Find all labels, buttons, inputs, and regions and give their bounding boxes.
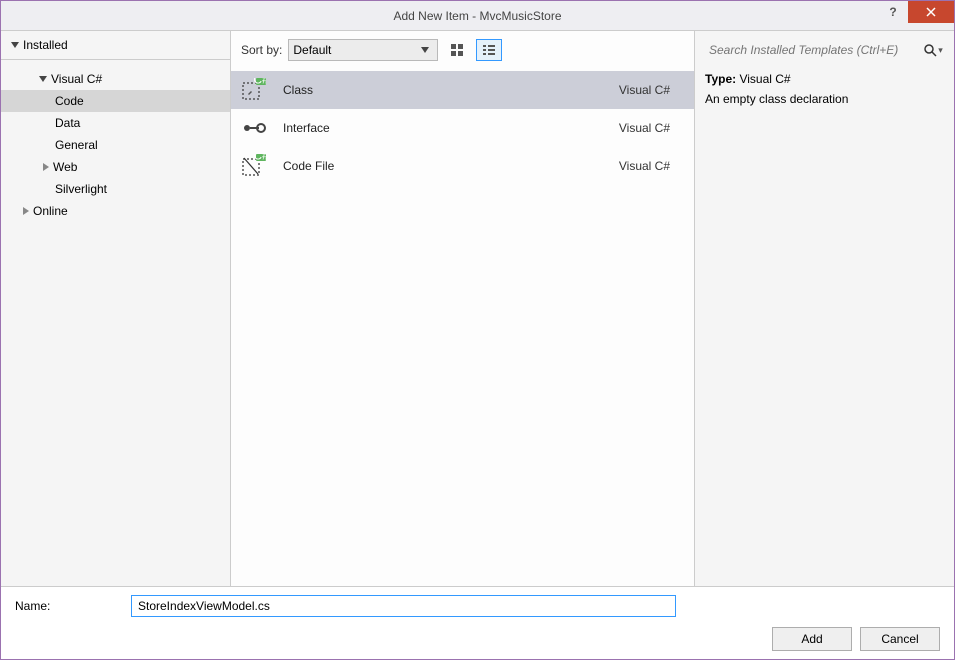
grid-icon bbox=[450, 43, 464, 57]
sidebar-header-installed[interactable]: Installed bbox=[1, 31, 230, 60]
sortby-label: Sort by: bbox=[241, 43, 282, 57]
svg-text:C#: C# bbox=[253, 154, 266, 163]
name-input[interactable] bbox=[131, 595, 676, 617]
template-lang: Visual C# bbox=[619, 83, 670, 97]
tree-item-data[interactable]: Data bbox=[1, 112, 230, 134]
codefile-icon: C# bbox=[239, 153, 267, 179]
detail-description: An empty class declaration bbox=[705, 92, 944, 106]
template-name: Class bbox=[283, 83, 619, 97]
tree-item-csharp[interactable]: Visual C# bbox=[1, 68, 230, 90]
sortby-dropdown[interactable]: Default bbox=[288, 39, 438, 61]
tree-item-general[interactable]: General bbox=[1, 134, 230, 156]
view-grid-button[interactable] bbox=[444, 39, 470, 61]
template-lang: Visual C# bbox=[619, 121, 670, 135]
titlebar: Add New Item - MvcMusicStore ? bbox=[1, 1, 954, 31]
search-button[interactable]: ▾ bbox=[922, 43, 944, 57]
tree-item-web[interactable]: Web bbox=[1, 156, 230, 178]
template-item-interface[interactable]: Interface Visual C# bbox=[231, 109, 694, 147]
template-lang: Visual C# bbox=[619, 159, 670, 173]
search-icon bbox=[923, 43, 937, 57]
template-name: Interface bbox=[283, 121, 619, 135]
close-button[interactable] bbox=[908, 1, 954, 23]
template-item-codefile[interactable]: C# Code File Visual C# bbox=[231, 147, 694, 185]
chevron-right-icon bbox=[23, 207, 29, 215]
chevron-down-icon bbox=[39, 76, 47, 82]
template-panel: Sort by: Default C# Class Visual C# bbox=[231, 31, 694, 586]
tree-item-code[interactable]: Code bbox=[1, 90, 230, 112]
tree-item-silverlight[interactable]: Silverlight bbox=[1, 178, 230, 200]
svg-text:C#: C# bbox=[253, 78, 266, 87]
sidebar: Installed Visual C# Code Data General We… bbox=[1, 31, 231, 586]
chevron-right-icon bbox=[43, 163, 49, 171]
name-label: Name: bbox=[15, 599, 115, 613]
interface-icon bbox=[239, 115, 267, 141]
close-icon bbox=[926, 7, 936, 17]
class-icon: C# bbox=[239, 77, 267, 103]
chevron-down-icon bbox=[11, 42, 19, 48]
cancel-button[interactable]: Cancel bbox=[860, 627, 940, 651]
detail-type: Type: Visual C# bbox=[705, 72, 944, 86]
help-button[interactable]: ? bbox=[878, 1, 908, 23]
template-name: Code File bbox=[283, 159, 619, 173]
view-list-button[interactable] bbox=[476, 39, 502, 61]
chevron-down-icon bbox=[421, 47, 429, 53]
detail-panel: ▾ Type: Visual C# An empty class declara… bbox=[694, 31, 954, 586]
template-item-class[interactable]: C# Class Visual C# bbox=[231, 71, 694, 109]
list-icon bbox=[482, 43, 496, 57]
add-button[interactable]: Add bbox=[772, 627, 852, 651]
window-title: Add New Item - MvcMusicStore bbox=[393, 9, 561, 23]
search-input[interactable] bbox=[705, 39, 922, 61]
tree-item-online[interactable]: Online bbox=[1, 200, 230, 222]
